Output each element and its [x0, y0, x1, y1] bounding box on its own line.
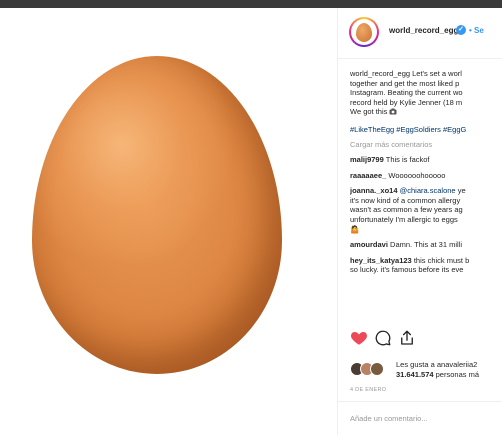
comment-mention-link[interactable]: @chiara.scalone [400, 186, 456, 195]
avatar[interactable] [349, 17, 379, 47]
avatar [370, 362, 384, 376]
comment-username[interactable]: malij9799 [350, 155, 384, 164]
comment-text: Damn. This at 31 milli [390, 240, 462, 250]
camera-icon [389, 108, 397, 115]
post-actions [350, 329, 500, 349]
comment-item: joanna._xo14 @chiara.scalone ye it's now… [350, 186, 502, 234]
post-photo[interactable] [0, 8, 337, 435]
caption-text: world_record_egg Let's set a worl togeth… [350, 69, 463, 117]
comment-text: so lucky. it's famous before its eve [350, 265, 464, 275]
load-more-comments-button[interactable]: Cargar más comentarios [350, 140, 502, 149]
comment-username[interactable]: raaaaaee_ [350, 171, 386, 180]
comment-username[interactable]: amourdavi [350, 240, 388, 249]
liked-by-text[interactable]: Les gusta a anavaleriia2 [396, 360, 477, 369]
comment-text: unfortunately I'm allergic to eggs [350, 214, 458, 224]
top-bar [0, 0, 502, 8]
post-date: 4 DE ENERO [350, 387, 387, 393]
comment-item: malij9799 This is fackof [350, 155, 502, 165]
comment-text: this chick must b [413, 255, 470, 265]
post-side-panel: world_record_egg ✓ • Se world_record_egg… [338, 8, 502, 435]
add-comment-input[interactable] [350, 411, 500, 425]
follow-button[interactable]: • Se [469, 26, 484, 35]
comment-item: amourdavi Damn. This at 31 milli [350, 240, 502, 250]
username-link[interactable]: world_record_egg [389, 26, 458, 35]
comment-item: hey_its_katya123 this chick must b so lu… [350, 256, 502, 275]
add-comment-bar [338, 401, 502, 435]
post-modal: world_record_egg ✓ • Se world_record_egg… [0, 8, 502, 435]
verified-badge-icon: ✓ [456, 25, 466, 35]
comment-username[interactable]: hey_its_katya123 [350, 256, 412, 265]
comment-text: it's now kind of a common allergy [350, 195, 461, 205]
comment-username[interactable]: joanna._xo14 [350, 186, 398, 195]
shrug-emoji: 🤷 [350, 224, 360, 234]
likes-summary: Les gusta a anavaleriia2 31.641.574 pers… [350, 359, 502, 381]
comment-text: ye [457, 186, 466, 196]
comment-item: raaaaaee_ Woooooohooooo [350, 171, 502, 181]
egg-avatar-icon [356, 23, 372, 42]
comment-text: This is fackof [385, 154, 430, 164]
hashtags-link[interactable]: #LikeTheEgg #EggSoldiers #EggG [350, 125, 502, 134]
share-icon[interactable] [398, 329, 416, 347]
egg-image [32, 56, 282, 374]
comments-list[interactable]: world_record_egg Let's set a worl togeth… [350, 69, 502, 317]
likes-count[interactable]: 31.641.574 personas má [396, 370, 479, 379]
comment-text: Woooooohooooo [388, 170, 446, 180]
comment-text: wasn't as common a few years ag [350, 205, 463, 215]
heart-icon[interactable] [350, 329, 368, 347]
comment-icon[interactable] [374, 329, 392, 347]
post-header: world_record_egg ✓ • Se [338, 8, 502, 59]
